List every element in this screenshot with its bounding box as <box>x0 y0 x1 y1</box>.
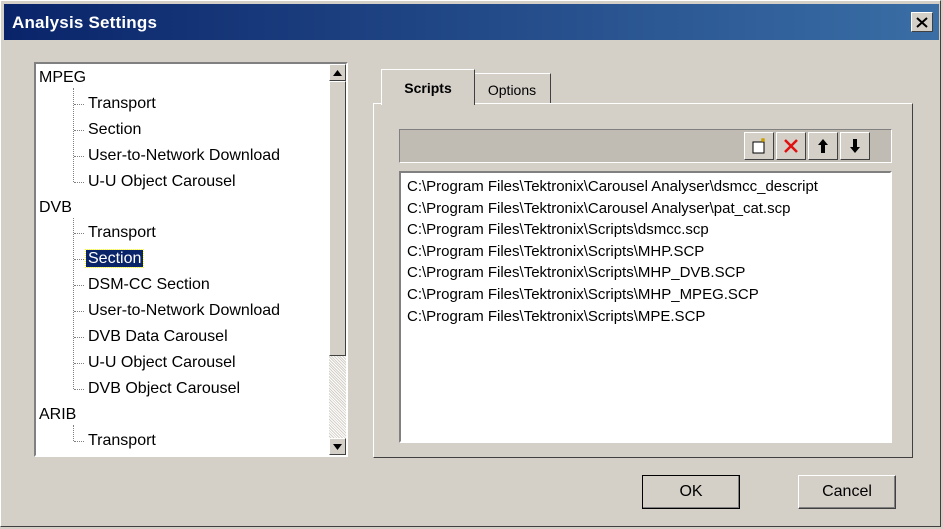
tree-connector <box>74 103 84 105</box>
tree-connector <box>74 233 84 235</box>
tree-connector <box>74 129 84 131</box>
tree-guide-line <box>73 217 74 389</box>
tree-item-u-u-object-carousel[interactable]: U-U Object Carousel <box>86 351 238 375</box>
tree-group-label: MPEG <box>39 69 87 86</box>
tree-connector <box>74 440 84 442</box>
tab-scripts[interactable]: Scripts <box>381 69 475 105</box>
close-button[interactable] <box>911 12 933 32</box>
scroll-up-button[interactable] <box>329 64 346 81</box>
cancel-button[interactable]: Cancel <box>798 475 896 509</box>
scroll-up-arrow-icon <box>333 69 342 76</box>
window-title: Analysis Settings <box>12 13 158 32</box>
scroll-down-arrow-icon <box>333 443 342 450</box>
tree-connector <box>74 285 84 287</box>
tree-group-dvb[interactable]: DVB <box>39 196 72 220</box>
ok-button-label: OK <box>679 483 703 500</box>
script-list[interactable]: C:\Program Files\Tektronix\Carousel Anal… <box>399 171 892 443</box>
tree-item-label: DSM-CC Section <box>88 276 210 294</box>
tree-guide-line <box>73 88 74 182</box>
script-list-item[interactable]: C:\Program Files\Tektronix\Carousel Anal… <box>407 198 791 220</box>
tree-item-label: DVB Data Carousel <box>88 328 228 345</box>
scroll-thumb[interactable] <box>329 81 346 356</box>
tree-item-label: DVB Object Carousel <box>88 379 241 397</box>
tree-item-section[interactable]: Section <box>86 118 143 142</box>
tree-item-label: Transport <box>88 431 156 449</box>
tree-item-dvb-object-carousel[interactable]: DVB Object Carousel <box>86 377 242 401</box>
move-up-button[interactable] <box>808 132 838 160</box>
tree-item-transport[interactable]: Transport <box>86 429 158 453</box>
tree-group-label: ARIB <box>39 405 77 423</box>
move-down-button[interactable] <box>840 132 870 160</box>
script-list-item[interactable]: C:\Program Files\Tektronix\Scripts\MHP_M… <box>407 284 759 306</box>
tree-item-section[interactable]: Section <box>84 247 145 271</box>
tree-connector <box>74 388 84 390</box>
tree-group-label: DVB <box>39 198 72 216</box>
tree-item-label: User-to-Network Download <box>88 146 281 164</box>
script-list-item[interactable]: C:\Program Files\Tektronix\Scripts\MPE.S… <box>407 306 705 328</box>
tree-group-mpeg[interactable]: MPEG <box>39 66 86 90</box>
close-icon <box>916 16 928 28</box>
new-script-icon <box>752 138 765 154</box>
scroll-track[interactable] <box>329 356 346 438</box>
tree-scrollbar[interactable] <box>329 64 346 455</box>
delete-script-button[interactable] <box>776 132 806 160</box>
protocol-tree[interactable]: MPEG Transport Section User-to-Network Down… <box>34 62 348 457</box>
tree-item-dvb-data-carousel[interactable]: DVB Data Carousel <box>86 325 230 349</box>
tree-guide-line <box>73 424 74 441</box>
tree-item-label: User-to-Network Download <box>88 302 281 320</box>
script-list-item[interactable]: C:\Program Files\Tektronix\Scripts\MHP.S… <box>407 241 704 263</box>
tree-item-label: U-U Object Carousel <box>88 172 236 190</box>
scripts-toolbar <box>399 129 892 163</box>
delete-icon <box>784 139 798 153</box>
tree-connector <box>74 362 84 364</box>
tree-item-transport[interactable]: Transport <box>86 221 158 245</box>
tree-item-user-to-network-download[interactable]: User-to-Network Download <box>86 299 282 323</box>
tree-connector <box>74 311 84 313</box>
new-script-button[interactable] <box>744 132 774 160</box>
arrow-up-icon <box>818 139 828 153</box>
tab-scripts-label: Scripts <box>404 79 452 96</box>
tree-item-label: Transport <box>88 224 156 242</box>
tree-item-u-u-object-carousel[interactable]: U-U Object Carousel <box>86 170 238 194</box>
tree-item-transport[interactable]: Transport <box>86 92 158 116</box>
ok-button[interactable]: OK <box>642 475 740 509</box>
script-list-item[interactable]: C:\Program Files\Tektronix\Carousel Anal… <box>407 176 818 198</box>
scripts-tab-panel: C:\Program Files\Tektronix\Carousel Anal… <box>373 103 913 458</box>
script-list-item[interactable]: C:\Program Files\Tektronix\Scripts\dsmcc… <box>407 219 709 241</box>
tree-item-label: Transport <box>88 94 156 112</box>
tree-connector <box>74 155 84 157</box>
tree-item-dsm-cc-section[interactable]: DSM-CC Section <box>86 273 212 297</box>
tab-options[interactable]: Options <box>473 73 551 105</box>
tree-items: MPEG Transport Section User-to-Network Down… <box>36 64 316 455</box>
title-bar[interactable]: Analysis Settings <box>4 4 939 40</box>
tree-group-arib[interactable]: ARIB <box>39 403 76 427</box>
tree-item-label: Section <box>84 249 145 269</box>
tree-connector <box>74 259 84 261</box>
script-list-item[interactable]: C:\Program Files\Tektronix\Scripts\MHP_D… <box>407 262 745 284</box>
tab-options-label: Options <box>487 81 537 98</box>
analysis-settings-dialog: Analysis Settings MPEG Transport Section Us… <box>0 0 941 527</box>
tree-item-label: Section <box>88 120 142 138</box>
tree-item-user-to-network-download[interactable]: User-to-Network Download <box>86 144 282 168</box>
tree-connector <box>74 181 84 183</box>
arrow-down-icon <box>850 139 860 153</box>
scroll-down-button[interactable] <box>329 438 346 455</box>
tree-item-label: U-U Object Carousel <box>88 353 236 371</box>
tree-connector <box>74 337 84 338</box>
cancel-button-label: Cancel <box>822 483 872 500</box>
